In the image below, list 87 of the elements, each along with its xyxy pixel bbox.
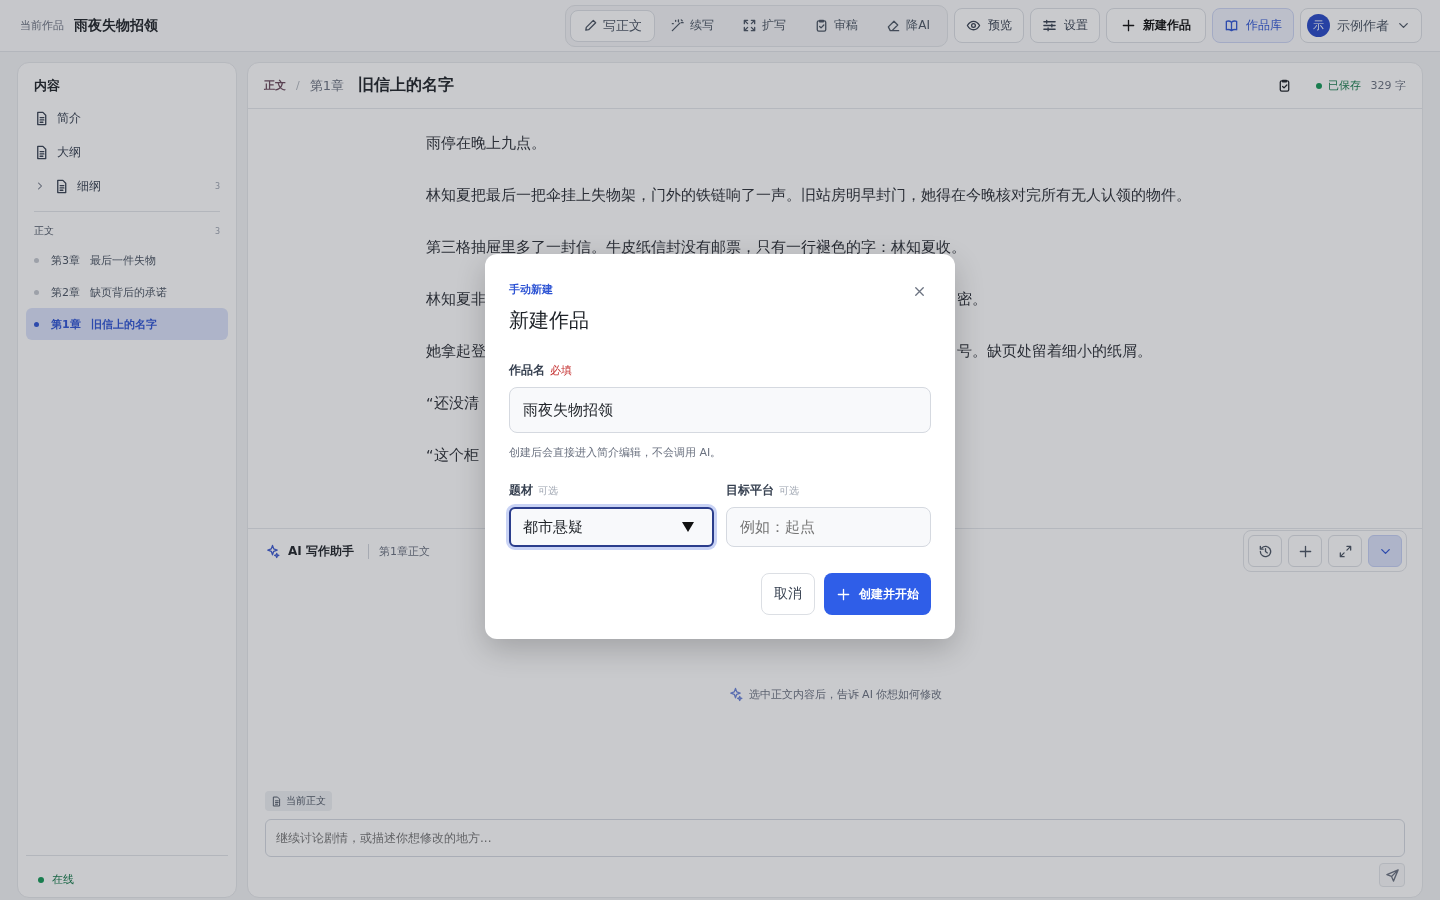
word-count: 329 字 xyxy=(1370,78,1406,93)
paragraph-text: 号。缺页处留着细小的纸屑。 xyxy=(957,342,1152,361)
sparkle-icon xyxy=(727,687,743,702)
toolbar-button[interactable]: 预览 xyxy=(954,8,1024,43)
status-dot xyxy=(38,876,44,883)
send-button[interactable] xyxy=(1379,863,1405,887)
plus-icon xyxy=(836,586,851,602)
document-icon xyxy=(34,144,49,160)
paragraph-text: 第三格抽屉里多了一封信。牛皮纸信封没有邮票，只有一行褪色的字：林知夏收。 xyxy=(426,239,966,255)
breadcrumb-link[interactable]: 第1章 xyxy=(309,76,344,95)
save-status: 已保存 xyxy=(1315,78,1361,93)
assistant-context: 第1章正文 xyxy=(367,543,430,559)
paragraph-text: 密。 xyxy=(957,290,987,309)
chat-input[interactable]: 继续讨论剧情，或描述你想修改的地方... xyxy=(265,819,1405,857)
section-title: 正文 xyxy=(34,224,54,238)
sidebar-item[interactable]: 细纲 3 xyxy=(34,169,220,203)
assistant-title: AI 写作助手 xyxy=(288,542,354,560)
platform-input[interactable]: 例如：起点 xyxy=(726,507,931,547)
name-input[interactable]: 雨夜失物招领 xyxy=(509,387,931,433)
chapter-item[interactable]: 第2章 缺页背后的承诺 xyxy=(26,276,228,308)
expand-icon xyxy=(742,18,758,33)
user-name: 示例作者 xyxy=(1337,16,1389,35)
paragraph-text: “还没清 xyxy=(426,395,479,411)
eraser-icon xyxy=(886,18,902,33)
section-count: 3 xyxy=(214,226,220,236)
paragraph-text: “这个柜 xyxy=(426,447,479,463)
required-tag: 必填 xyxy=(550,364,572,378)
avatar: 示 xyxy=(1307,14,1330,37)
book-icon xyxy=(1224,18,1239,33)
paragraph-text: 她拿起登 xyxy=(426,342,486,361)
current-work-label: 当前作品 xyxy=(20,18,64,33)
close-icon xyxy=(912,284,927,299)
mode-tab[interactable]: 续写 xyxy=(657,9,728,42)
caret-icon xyxy=(682,522,694,532)
send-icon xyxy=(1384,867,1400,883)
paragraph-text: 林知夏非 xyxy=(426,290,486,309)
user-menu[interactable]: 示 示例作者 xyxy=(1300,8,1422,43)
mode-tab[interactable]: 降AI xyxy=(873,9,943,42)
mode-tab[interactable]: 扩写 xyxy=(729,9,800,42)
optional-tag: 可选 xyxy=(538,484,558,498)
genre-select[interactable]: 都市悬疑 xyxy=(509,507,714,547)
cancel-button[interactable]: 取消 xyxy=(761,573,815,615)
sliders-icon xyxy=(1042,18,1057,33)
paragraph-text: 林知夏把最后一把伞挂上失物架，门外的铁链响了一声。旧站房明早封门，她得在今晚核对完所有无人认领的物件。 xyxy=(426,187,1191,203)
history-button[interactable] xyxy=(1248,535,1282,567)
sparkle-icon xyxy=(265,543,280,559)
create-button[interactable]: 创建并开始 xyxy=(824,573,931,615)
field-label: 题材 xyxy=(509,482,533,499)
plus-icon xyxy=(1121,18,1136,33)
mode-tab[interactable]: 审稿 xyxy=(801,9,872,42)
eye-icon xyxy=(966,18,981,33)
field-label: 作品名 xyxy=(509,362,545,379)
item-label: 大纲 xyxy=(57,143,81,161)
field-label: 目标平台 xyxy=(726,482,774,499)
chapter-item[interactable]: 第3章 最后一件失物 xyxy=(26,244,228,276)
optional-tag: 可选 xyxy=(779,484,799,498)
status-text: 在线 xyxy=(52,872,74,887)
help-text: 创建后会直接进入简介编辑，不会调用 AI。 xyxy=(509,445,723,460)
document-icon xyxy=(54,178,69,194)
breadcrumb-separator: / xyxy=(296,79,300,92)
sidebar-item[interactable]: 大纲 xyxy=(34,135,220,169)
dialog-title: 新建作品 xyxy=(509,307,589,334)
item-label: 简介 xyxy=(57,109,81,127)
toolbar-button[interactable]: 新建作品 xyxy=(1106,8,1206,43)
expand-icon xyxy=(1337,543,1353,559)
history-icon xyxy=(1257,543,1273,559)
breadcrumb-link[interactable]: 正文 xyxy=(264,78,286,93)
toolbar-button[interactable]: 设置 xyxy=(1030,8,1100,43)
dialog-eyebrow: 手动新建 xyxy=(509,282,554,297)
assistant-hint: 选中正文内容后，告诉 AI 你想如何修改 xyxy=(748,687,943,702)
sidebar-item[interactable]: 简介 xyxy=(34,101,220,135)
item-label: 细纲 xyxy=(77,177,101,195)
document-icon xyxy=(271,795,282,807)
chip-label: 当前正文 xyxy=(286,794,326,808)
sidebar-title: 内容 xyxy=(34,77,61,95)
document-icon xyxy=(34,110,49,126)
chapter-item[interactable]: 第1章 旧信上的名字 xyxy=(26,308,228,340)
item-count: 3 xyxy=(214,181,220,191)
paragraph-text: 雨停在晚上九点。 xyxy=(426,135,546,151)
plus-icon xyxy=(1297,543,1313,559)
work-title: 雨夜失物招领 xyxy=(74,16,158,35)
pencil-icon xyxy=(583,18,599,33)
toolbar-button[interactable]: 作品库 xyxy=(1212,8,1294,43)
wand-icon xyxy=(670,18,686,33)
mode-tab[interactable]: 写正文 xyxy=(570,9,656,42)
chapter-title: 旧信上的名字 xyxy=(358,75,454,96)
expand-button[interactable] xyxy=(1328,535,1362,567)
